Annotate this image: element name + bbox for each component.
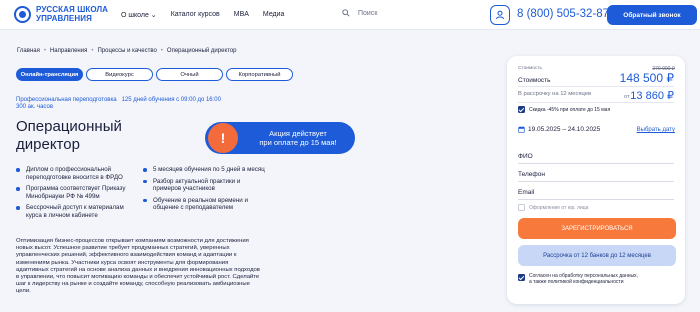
checkbox-empty-icon: [518, 204, 525, 211]
feature-item: Обучение в реальном времени и общение с …: [143, 197, 268, 212]
course-dates: 19.05.2025 – 24.10.2025: [518, 126, 600, 133]
user-icon: [496, 10, 504, 20]
course-description: Оптимизация бизнес-процессов открывает к…: [16, 238, 260, 295]
divider: [518, 102, 674, 103]
breadcrumb-separator: •: [43, 48, 46, 54]
logo-line-2: УПРАВЛЕНИЯ: [36, 13, 92, 23]
discount-checkbox[interactable]: Скидка -45% при оплате до 15 мая: [518, 106, 610, 113]
phone-number[interactable]: 8 (800) 505-32-87: [517, 8, 609, 20]
breadcrumb-separator: •: [91, 48, 94, 54]
installment-from: от: [624, 94, 630, 100]
breadcrumb-home[interactable]: Главная: [17, 48, 40, 54]
callback-button[interactable]: Обратный звонок: [607, 5, 697, 25]
breadcrumb-directions[interactable]: Направления: [50, 48, 87, 54]
course-meta: Профессиональная переподготовка 125 дней …: [16, 97, 221, 111]
cost-label: Стоимость: [518, 77, 551, 84]
choose-date-link[interactable]: Выбрать дату: [637, 127, 675, 133]
tab-online[interactable]: Онлайн-трансляция: [16, 68, 83, 81]
legal-entity-checkbox[interactable]: Оформление от юр. лица: [518, 204, 588, 211]
consent-line-2: а также политикой конфиденциальности: [529, 279, 624, 285]
name-field[interactable]: ФИО: [518, 149, 674, 164]
divider: [518, 86, 674, 87]
promo-line-2: при оплате до 15 мая!: [259, 137, 337, 147]
register-button[interactable]: ЗАРЕГИСТРИРОВАТЬСЯ: [518, 218, 676, 239]
discount-text: Скидка -45% при оплате до 15 мая: [529, 106, 611, 113]
account-button[interactable]: [490, 5, 510, 25]
breadcrumb: Главная • Направления • Процессы и качес…: [17, 48, 237, 54]
nav-mba[interactable]: MBA: [234, 11, 249, 19]
legal-entity-label: Оформление от юр. лица: [529, 204, 589, 211]
search-input[interactable]: Поиск: [342, 9, 377, 17]
installment-label: В рассрочку на 12 месяцев: [518, 91, 592, 97]
phone-field[interactable]: Телефон: [518, 167, 674, 182]
consent-checkbox[interactable]: Согласен на обработку персональных данны…: [518, 273, 638, 285]
cost-caption: Стоимость: [518, 66, 543, 71]
promo-banner: ! Акция действует при оплате до 15 мая!: [205, 122, 355, 154]
current-price: 148 500 ₽: [619, 71, 674, 85]
course-hours: 300 ак. часов: [16, 104, 54, 110]
nav-catalog[interactable]: Каталог курсов: [171, 11, 220, 19]
breadcrumb-current: Операционный директор: [166, 48, 237, 54]
feature-item: 5 месяцев обучения по 5 дней в месяц: [143, 166, 268, 174]
feature-item: Диплом о профессиональной переподготовке…: [16, 166, 134, 181]
tab-videocourse[interactable]: Видеокурс: [86, 68, 153, 81]
course-type: Профессиональная переподготовка: [16, 97, 117, 103]
feature-item: Разбор актуальной практики и примеров уч…: [143, 178, 268, 193]
installment-price: 13 860 ₽: [630, 90, 674, 102]
dates-text: 19.05.2025 – 24.10.2025: [528, 126, 601, 133]
features-right: 5 месяцев обучения по 5 дней в месяц Раз…: [143, 166, 268, 216]
feature-item: Бессрочный доступ к материалам курса в л…: [16, 204, 134, 219]
site-header: РУССКАЯ ШКОЛА УПРАВЛЕНИЯ О школе ⌄ Катал…: [0, 0, 700, 30]
feature-item: Программа соответствует Приказу Минобрна…: [16, 185, 134, 200]
nav-about[interactable]: О школе ⌄: [121, 11, 157, 19]
breadcrumb-processes[interactable]: Процессы и качество: [97, 48, 156, 54]
exclamation-icon: !: [208, 123, 238, 153]
school-logo[interactable]: РУССКАЯ ШКОЛА УПРАВЛЕНИЯ: [14, 5, 108, 23]
enrollment-card: Стоимость 270 000 ₽ Стоимость 148 500 ₽ …: [507, 56, 685, 304]
checkbox-checked-icon: [518, 106, 525, 113]
search-icon: [342, 9, 350, 17]
page-title: Операционный директор: [16, 118, 122, 153]
features-left: Диплом о профессиональной переподготовке…: [16, 166, 134, 223]
logo-icon: [14, 6, 31, 23]
tab-offline[interactable]: Очный: [156, 68, 223, 81]
search-placeholder: Поиск: [358, 9, 378, 17]
format-tabs: Онлайн-трансляция Видеокурс Очный Корпор…: [16, 68, 296, 81]
nav-media[interactable]: Медиа: [263, 11, 285, 19]
calendar-icon: [518, 126, 525, 133]
email-field[interactable]: Email: [518, 185, 674, 200]
checkbox-checked-icon: [518, 274, 525, 281]
breadcrumb-separator: •: [160, 48, 163, 54]
tab-corporate[interactable]: Корпоративный: [226, 68, 293, 81]
main-nav: О школе ⌄ Каталог курсов MBA Медиа: [121, 11, 298, 19]
installment-button[interactable]: Рассрочка от 12 банков до 12 месяцев: [518, 245, 676, 266]
course-schedule: 125 дней обучения с 09:00 до 16:00: [121, 97, 221, 103]
